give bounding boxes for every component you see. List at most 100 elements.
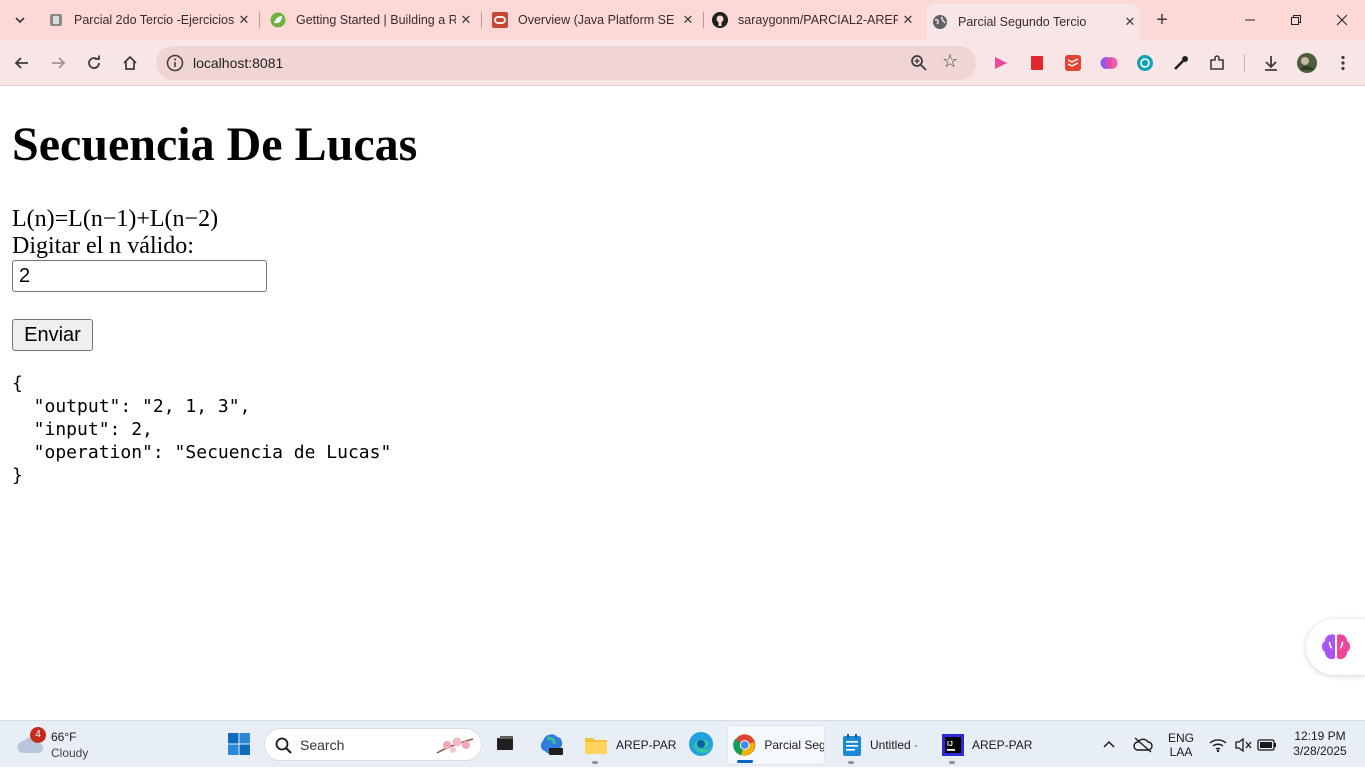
cloud-off-icon <box>1133 736 1153 753</box>
cherry-blossom-icon <box>436 737 474 754</box>
taskbar-notepad[interactable]: Untitled · <box>836 725 932 765</box>
github-icon <box>712 12 728 28</box>
battery-status[interactable] <box>1257 721 1277 768</box>
extension-brain-icon[interactable] <box>1099 53 1119 73</box>
tab-separator <box>259 12 260 28</box>
start-button[interactable] <box>224 729 254 759</box>
task-view-button[interactable] <box>490 729 520 759</box>
intellij-icon: IJ <box>942 734 964 756</box>
speaker-muted-icon <box>1235 737 1252 752</box>
extension-play-icon[interactable] <box>991 53 1011 73</box>
windows-taskbar: 4 66°F Cloudy Search AREP-PAR Parcial Se… <box>0 720 1365 767</box>
chrome-icon <box>733 734 756 756</box>
tab-title: saraygonm/PARCIAL2-AREP <box>738 13 898 27</box>
running-indicator <box>949 761 955 764</box>
spring-leaf-icon <box>270 12 286 28</box>
onedrive-status[interactable] <box>1133 721 1153 768</box>
restore-icon <box>1291 15 1301 25</box>
floating-assistant-button[interactable] <box>1306 619 1365 675</box>
tab-separator <box>703 12 704 28</box>
n-input[interactable] <box>12 260 267 292</box>
m365-copilot-button[interactable] <box>537 729 567 759</box>
extension-chat-icon[interactable] <box>1135 53 1155 73</box>
tab-search-button[interactable] <box>8 8 32 32</box>
close-tab-icon[interactable]: ✕ <box>1120 14 1140 30</box>
close-tab-icon[interactable]: ✕ <box>234 12 254 28</box>
extensions-puzzle-icon[interactable] <box>1207 53 1227 73</box>
home-button[interactable] <box>117 50 143 76</box>
task-label: AREP-PAR <box>972 738 1033 752</box>
tab-separator <box>481 12 482 28</box>
tab-java-overview[interactable]: Overview (Java Platform SE 8 ✕ <box>486 6 698 34</box>
formula-text: L(n)=L(n−1)+L(n−2) <box>12 206 219 232</box>
new-tab-button[interactable]: + <box>1150 8 1174 32</box>
taskbar-intellij[interactable]: IJ AREP-PAR <box>938 725 1034 765</box>
tab-parcial-segundo-tercio[interactable]: Parcial Segundo Tercio ✕ <box>926 4 1140 40</box>
minimize-button[interactable] <box>1227 0 1273 40</box>
result-output: { "output": "2, 1, 3", "input": 2, "oper… <box>12 373 392 486</box>
weather-widget[interactable]: 4 66°F Cloudy <box>14 727 124 763</box>
running-indicator <box>592 761 598 764</box>
input-language[interactable]: ENG LAA <box>1166 721 1196 768</box>
task-label: AREP-PAR <box>616 738 677 752</box>
taskbar-chrome[interactable]: Parcial Seg <box>727 725 825 765</box>
language-code: ENG <box>1167 730 1194 745</box>
taskbar-edge[interactable] <box>686 729 716 759</box>
extension-book-icon[interactable] <box>1027 53 1047 73</box>
tab-strip: Parcial 2do Tercio -Ejercicios ✕ Getting… <box>0 0 1365 40</box>
taskbar-file-explorer[interactable]: AREP-PAR <box>580 725 678 765</box>
home-icon <box>123 55 137 70</box>
profile-avatar[interactable] <box>1297 53 1317 73</box>
taskbar-search[interactable]: Search <box>264 728 482 761</box>
download-icon[interactable] <box>1261 53 1281 73</box>
page-title: Secuencia De Lucas <box>12 118 418 171</box>
close-window-button[interactable] <box>1319 0 1365 40</box>
weather-condition: Cloudy <box>51 746 89 760</box>
close-tab-icon[interactable]: ✕ <box>898 12 918 28</box>
extension-todoist-icon[interactable] <box>1063 53 1083 73</box>
task-view-icon <box>497 736 513 750</box>
keyboard-layout: LAA <box>1169 744 1193 759</box>
n-input-label: Digitar el n válido: <box>12 233 194 259</box>
back-button[interactable] <box>9 50 35 76</box>
volume-status[interactable] <box>1234 721 1252 768</box>
extension-eyedropper-icon[interactable] <box>1171 53 1191 73</box>
close-icon <box>1336 14 1348 26</box>
notepad-icon <box>843 734 861 756</box>
brain-icon <box>1322 634 1350 660</box>
arrow-left-icon <box>14 57 28 69</box>
menu-kebab-icon[interactable] <box>1333 53 1353 73</box>
address-bar[interactable]: localhost:8081 ☆ <box>156 46 976 80</box>
network-status[interactable] <box>1209 721 1227 768</box>
send-button[interactable]: Enviar <box>12 319 93 351</box>
arrow-right-icon <box>52 57 66 69</box>
tab-title: Getting Started | Building a R <box>296 13 456 27</box>
zoom-icon[interactable] <box>910 54 928 72</box>
task-label: Parcial Seg <box>764 738 824 752</box>
page-content: Secuencia De Lucas L(n)=L(n−1)+L(n−2) Di… <box>0 87 1365 720</box>
reload-button[interactable] <box>81 50 107 76</box>
bookmark-star-icon[interactable]: ☆ <box>942 51 958 72</box>
show-hidden-icons[interactable] <box>1102 721 1116 768</box>
oracle-icon <box>492 12 508 28</box>
folder-icon <box>585 738 607 754</box>
restore-button[interactable] <box>1273 0 1319 40</box>
info-icon[interactable] <box>166 54 184 72</box>
forward-button[interactable] <box>45 50 71 76</box>
close-tab-icon[interactable]: ✕ <box>678 12 698 28</box>
tab-getting-started[interactable]: Getting Started | Building a R ✕ <box>264 6 476 34</box>
tab-github-repo[interactable]: saraygonm/PARCIAL2-AREP ✕ <box>706 6 918 34</box>
toolbar-separator <box>1244 54 1245 72</box>
clock-time: 12:19 PM <box>1294 729 1346 743</box>
task-label: Untitled · <box>870 738 919 752</box>
close-tab-icon[interactable]: ✕ <box>456 12 476 28</box>
minimize-icon <box>1245 19 1255 21</box>
tab-parcial-2do-tercio[interactable]: Parcial 2do Tercio -Ejercicios ✕ <box>42 6 254 34</box>
system-clock[interactable]: 12:19 PM 3/28/2025 <box>1288 729 1352 759</box>
search-label: Search <box>300 737 345 753</box>
notification-badge: 4 <box>30 727 46 743</box>
tab-title: Parcial 2do Tercio -Ejercicios <box>74 13 234 27</box>
url-text: localhost:8081 <box>193 55 284 71</box>
chevron-down-icon <box>15 17 25 24</box>
chevron-up-icon <box>1103 740 1115 748</box>
